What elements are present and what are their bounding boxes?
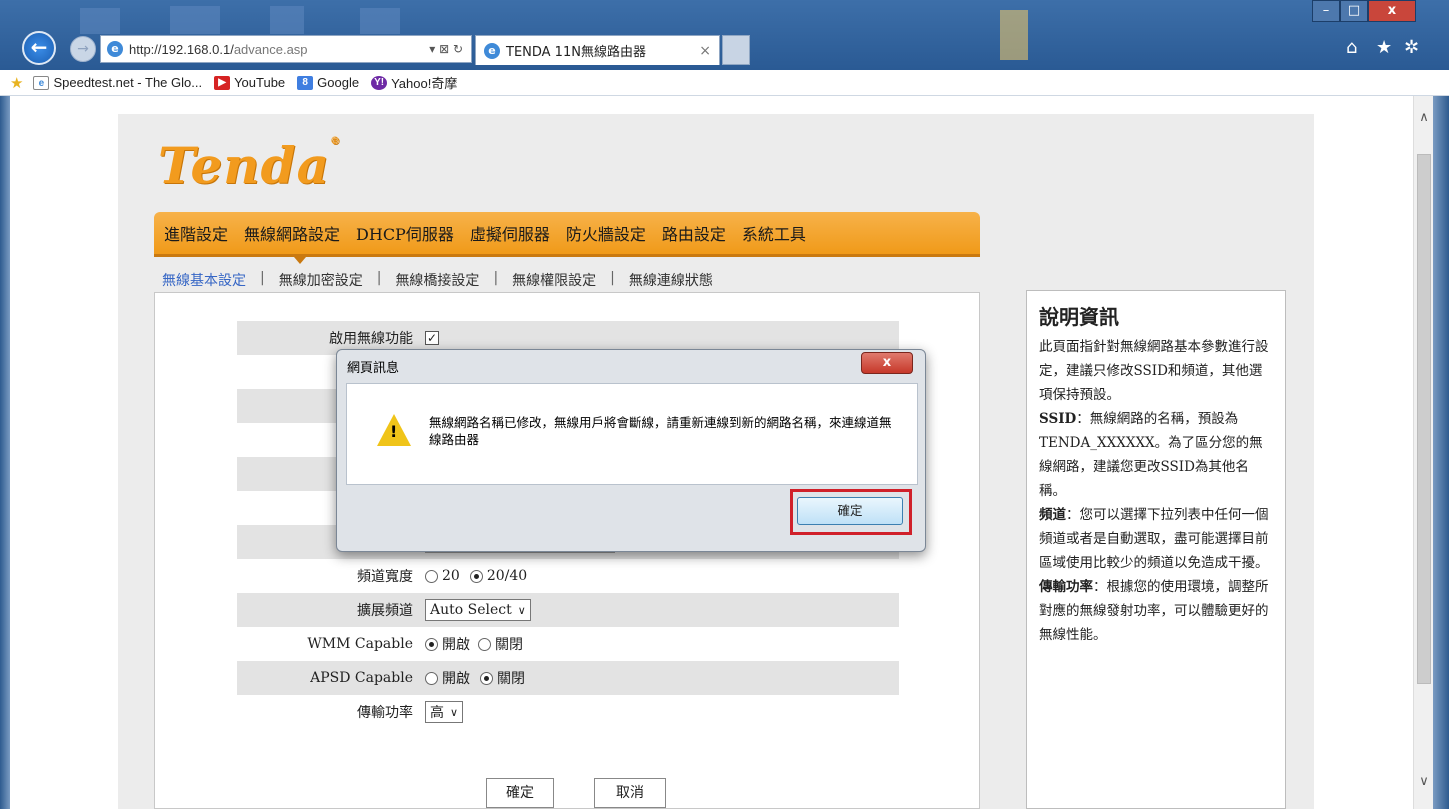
apsd-label: APSD Capable bbox=[310, 670, 413, 686]
enable-label: 啟用無線功能 bbox=[329, 331, 413, 347]
enable-checkbox[interactable]: ✓ bbox=[425, 331, 439, 345]
form-row-wmm: WMM Capable 開啟 關閉 bbox=[237, 627, 899, 661]
chevron-down-icon: ∨ bbox=[450, 705, 459, 719]
vertical-scrollbar[interactable]: ∧ ∨ bbox=[1413, 96, 1433, 809]
help-channel: 頻道：您可以選擇下拉列表中任何一個頻道或者是自動選取，盡可能選擇目前區域使用比較… bbox=[1039, 507, 1269, 571]
google-icon: 8 bbox=[297, 75, 314, 90]
tab-title: TENDA 11N無線路由器 bbox=[506, 45, 646, 60]
help-ssid: SSID：無線網路的名稱，預設為TENDA_XXXXXX。為了區分您的無線網路，… bbox=[1039, 411, 1263, 499]
ie-icon: e bbox=[107, 41, 123, 57]
nav-virtual-server[interactable]: 虛擬伺服器 bbox=[470, 221, 550, 245]
maximize-button[interactable]: □ bbox=[1340, 0, 1368, 22]
form-row-apsd: APSD Capable 開啟 關閉 bbox=[237, 661, 899, 695]
subnav-basic[interactable]: 無線基本設定 bbox=[162, 270, 246, 290]
url-text: http://192.168.0.1/advance.asp bbox=[129, 41, 308, 57]
dialog-title: 網頁訊息 bbox=[347, 361, 400, 376]
browser-titlebar: ← → e http://192.168.0.1/advance.asp ▾ ⊠… bbox=[0, 0, 1449, 70]
page-icon: e bbox=[33, 75, 50, 90]
help-panel: 說明資訊 此頁面指針對無線網路基本參數進行設定，建議只修改SSID和頻道，其他選… bbox=[1026, 290, 1286, 809]
favorite-google[interactable]: 8 Google bbox=[297, 75, 359, 90]
yahoo-icon: Y! bbox=[371, 75, 388, 90]
cancel-button[interactable]: 取消 bbox=[594, 778, 666, 808]
scroll-up-icon[interactable]: ∧ bbox=[1414, 108, 1434, 128]
wmm-off-radio[interactable] bbox=[478, 637, 491, 651]
help-title: 說明資訊 bbox=[1039, 305, 1119, 329]
nav-advanced[interactable]: 進階設定 bbox=[164, 221, 228, 245]
subnav-status[interactable]: 無線連線狀態 bbox=[629, 270, 713, 290]
youtube-icon: ▶ bbox=[214, 75, 231, 90]
scroll-thumb[interactable] bbox=[1417, 154, 1431, 684]
minimize-button[interactable]: – bbox=[1312, 0, 1340, 22]
bandwidth-2040-radio[interactable] bbox=[469, 569, 483, 583]
back-button[interactable]: ← bbox=[22, 31, 56, 65]
warning-mark: ! bbox=[390, 422, 398, 441]
nav-routing[interactable]: 路由設定 bbox=[662, 221, 726, 245]
window-close-button[interactable]: x bbox=[1368, 0, 1416, 22]
favorite-youtube[interactable]: ▶ YouTube bbox=[214, 75, 285, 90]
form-row-ext-channel: 擴展頻道 Auto Select ∨ bbox=[237, 593, 899, 627]
favorites-star-icon[interactable]: ★ bbox=[1376, 37, 1392, 58]
help-power: 傳輸功率：根據您的使用環境，調整所對應的無線發射功率，可以體驗更好的無線性能。 bbox=[1039, 579, 1269, 643]
dialog-close-button[interactable]: x bbox=[861, 352, 913, 374]
dialog-body: ! 無線網路名稱已修改，無線用戶將會斷線，請重新連線到新的網路名稱，來連線道無線… bbox=[346, 383, 918, 485]
subnav-security[interactable]: 無線加密設定 bbox=[279, 270, 363, 290]
subnav-separator: | bbox=[493, 270, 499, 286]
nav-firewall[interactable]: 防火牆設定 bbox=[566, 221, 646, 245]
forward-button[interactable]: → bbox=[70, 36, 96, 62]
main-nav: 進階設定 無線網路設定 DHCP伺服器 虛擬伺服器 防火牆設定 路由設定 系統工… bbox=[154, 212, 980, 264]
apsd-on-radio[interactable] bbox=[425, 671, 438, 685]
bandwidth-label: 頻道寬度 bbox=[357, 569, 413, 585]
help-intro: 此頁面指針對無線網路基本參數進行設定，建議只修改SSID和頻道，其他選項保持預設… bbox=[1039, 339, 1269, 403]
subnav-access[interactable]: 無線權限設定 bbox=[512, 270, 596, 290]
browser-tab[interactable]: e TENDA 11N無線路由器 × bbox=[475, 35, 720, 65]
nav-system-tools[interactable]: 系統工具 bbox=[742, 221, 806, 245]
form-row-bandwidth: 頻道寬度 20 20/40 bbox=[237, 559, 899, 593]
address-controls[interactable]: ▾ ⊠ ↻ bbox=[429, 42, 463, 56]
favorite-speedtest[interactable]: e Speedtest.net - The Glo... bbox=[33, 75, 202, 90]
nav-active-pointer bbox=[294, 257, 306, 264]
tab-close-icon[interactable]: × bbox=[699, 43, 711, 59]
tenda-logo: Tenda® bbox=[158, 136, 341, 195]
subnav-separator: | bbox=[376, 270, 382, 286]
power-select[interactable]: 高 ∨ bbox=[425, 701, 464, 723]
wmm-label: WMM Capable bbox=[307, 636, 413, 652]
window-left-edge bbox=[0, 96, 10, 809]
favorite-yahoo[interactable]: Y! Yahoo!奇摩 bbox=[371, 73, 457, 92]
highlight-box bbox=[790, 489, 912, 535]
nav-wireless[interactable]: 無線網路設定 bbox=[244, 221, 340, 245]
wmm-on-radio[interactable] bbox=[425, 637, 438, 651]
sub-nav: 無線基本設定 | 無線加密設定 | 無線橋接設定 | 無線權限設定 | 無線連線… bbox=[162, 270, 713, 290]
form-row-power: 傳輸功率 高 ∨ bbox=[237, 695, 899, 729]
dialog-message: 無線網路名稱已修改，無線用戶將會斷線，請重新連線到新的網路名稱，來連線道無線路由… bbox=[429, 415, 892, 447]
nav-dhcp[interactable]: DHCP伺服器 bbox=[356, 221, 454, 245]
ext-channel-label: 擴展頻道 bbox=[357, 603, 413, 619]
favorites-bar: ★ e Speedtest.net - The Glo... ▶ YouTube 8… bbox=[0, 70, 1449, 96]
bandwidth-20-radio[interactable] bbox=[425, 569, 438, 583]
ie-icon: e bbox=[484, 42, 500, 59]
apsd-off-radio[interactable] bbox=[480, 671, 493, 685]
home-icon[interactable]: ⌂ bbox=[1346, 37, 1357, 58]
favorites-add-icon[interactable]: ★ bbox=[10, 74, 23, 92]
new-tab-button[interactable] bbox=[722, 35, 750, 65]
chevron-down-icon: ∨ bbox=[517, 603, 526, 617]
subnav-bridge[interactable]: 無線橋接設定 bbox=[395, 270, 479, 290]
address-bar[interactable]: e http://192.168.0.1/advance.asp ▾ ⊠ ↻ bbox=[100, 35, 472, 63]
window-right-edge bbox=[1433, 96, 1449, 809]
power-label: 傳輸功率 bbox=[357, 705, 413, 721]
subnav-separator: | bbox=[260, 270, 265, 286]
scroll-down-icon[interactable]: ∨ bbox=[1414, 772, 1434, 792]
save-button[interactable]: 確定 bbox=[486, 778, 554, 808]
ext-channel-select[interactable]: Auto Select ∨ bbox=[425, 599, 531, 621]
gear-icon[interactable]: ✲ bbox=[1404, 37, 1419, 58]
subnav-separator: | bbox=[610, 270, 615, 286]
